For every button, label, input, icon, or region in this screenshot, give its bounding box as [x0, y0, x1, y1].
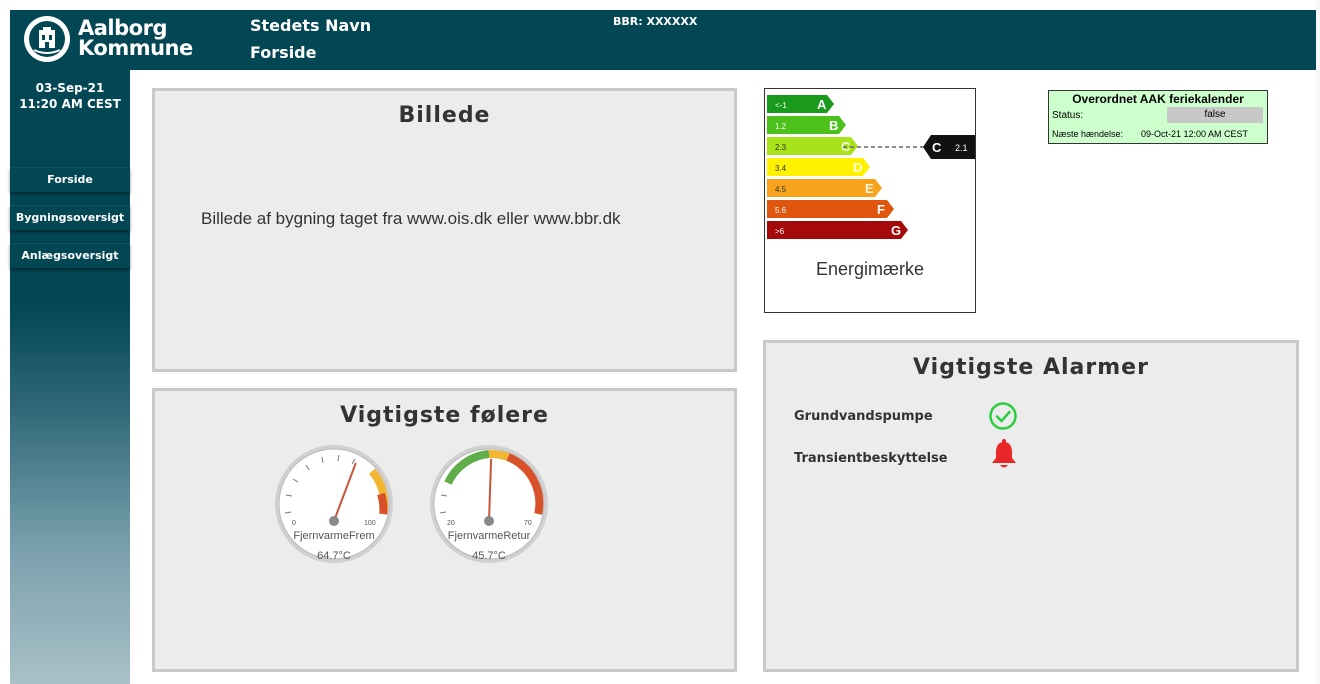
datetime: 03-Sep-21 11:20 AM CEST [10, 80, 130, 112]
app-frame: Aalborg Kommune Stedets Navn Forside BBR… [0, 0, 1316, 684]
energy-range-f: 5.6 [775, 206, 787, 215]
city-seal-icon [24, 16, 70, 62]
gauge2-min-label: 20 [447, 520, 455, 527]
alarm-label-grundvandspumpe: Grundvandspumpe [794, 409, 933, 424]
billede-placeholder-text: Billede af bygning taget fra www.ois.dk … [201, 209, 621, 228]
energy-row-c: 2.3C [767, 137, 858, 155]
alarm-row-transientbeskyttelse[interactable]: Transientbeskyttelse [794, 451, 948, 466]
next-event-value: 09-Oct-21 12:00 AM CEST [1141, 129, 1249, 139]
energy-current-letter: C [932, 140, 942, 155]
sidebar: 03-Sep-21 11:20 AM CEST Forside Bygnings… [10, 70, 130, 684]
energy-range-g: >6 [775, 227, 785, 236]
energy-row-d: 3.4 D [767, 158, 870, 176]
page-title: Forside [250, 43, 317, 62]
alarms-panel: Vigtigste Alarmer Grundvandspumpe Transi… [763, 340, 1299, 672]
gauge-fjernvarmeretur[interactable]: 20 70 FjernvarmeRetur 45.7°C [428, 443, 550, 565]
energy-letter-e: E [865, 181, 874, 196]
gauge-fjernvarmefrem[interactable]: 0 100 FjernvarmeFrem 64.7°C [273, 443, 395, 565]
energy-row-a: <-1 A [767, 95, 834, 113]
energy-letter-a: A [817, 97, 827, 112]
aalborg-logo[interactable]: Aalborg Kommune [24, 16, 194, 62]
alarm-row-grundvandspumpe[interactable]: Grundvandspumpe [794, 409, 933, 424]
energy-range-a: <-1 [775, 101, 787, 110]
next-event-label: Næste hændelse: [1052, 129, 1124, 139]
gauge1-name: FjernvarmeFrem [293, 530, 374, 542]
logo-line2: Kommune [78, 36, 193, 60]
current-time: 11:20 AM CEST [19, 97, 121, 111]
energy-label-panel[interactable]: <-1 A 1.2 B 2.3C 3.4 D 4.5 E 5.6 F >6 G C 2.1 Energi… [764, 88, 976, 313]
energy-range-c: 2.3 [775, 143, 787, 152]
status-value: false [1167, 107, 1263, 123]
billede-title: Billede [398, 103, 491, 128]
energy-row-b: 1.2 B [767, 116, 846, 134]
energy-range-b: 1.2 [775, 122, 787, 131]
alarm-label-transientbeskyttelse: Transientbeskyttelse [794, 451, 948, 466]
gauge2-max-label: 70 [524, 520, 532, 527]
bbr-number: BBR: XXXXXX [613, 15, 698, 28]
energy-scale: <-1 A 1.2 B 2.3C 3.4 D 4.5 E 5.6 F >6 G C 2.1 [767, 95, 975, 239]
sidebar-item-bygningsoversigt[interactable]: Bygningsoversigt [10, 205, 130, 230]
energy-letter-b: B [829, 118, 838, 133]
energy-letter-d: D [853, 160, 862, 175]
sensors-title: Vigtigste følere [340, 403, 549, 428]
energy-range-d: 3.4 [775, 164, 787, 173]
feriekalender-title: Overordnet AAK feriekalender [1072, 92, 1244, 106]
site-name: Stedets Navn [250, 16, 372, 35]
energy-letter-g: G [891, 223, 901, 238]
sensors-panel: Vigtigste følere 0 100 FjernvarmeFrem 64… [152, 388, 737, 672]
status-label: Status: [1052, 110, 1084, 121]
gauge1-min-label: 0 [292, 520, 296, 527]
feriekalender-box[interactable]: Overordnet AAK feriekalender Status: fal… [1048, 90, 1268, 144]
current-date: 03-Sep-21 [35, 81, 105, 95]
energy-row-f: 5.6 F [767, 200, 894, 218]
energy-current-value: 2.1 [955, 143, 968, 153]
energy-caption: Energimærke [815, 259, 925, 279]
bell-icon [992, 439, 1016, 468]
gauge2-value: 45.7°C [472, 550, 506, 562]
gauge1-max-label: 100 [364, 520, 376, 527]
sidebar-item-anlaegsoversigt[interactable]: Anlægsoversigt [10, 243, 130, 268]
alarms-title: Vigtigste Alarmer [913, 355, 1149, 380]
energy-range-e: 4.5 [775, 185, 787, 194]
top-header: Aalborg Kommune Stedets Navn Forside BBR… [10, 10, 1316, 70]
gauge2-name: FjernvarmeRetur [448, 530, 531, 542]
billede-panel: Billede Billede af bygning taget fra www… [152, 88, 737, 372]
energy-row-g: >6 G [767, 221, 908, 239]
check-circle-icon [989, 402, 1017, 430]
logo-line1: Aalborg [78, 16, 167, 40]
energy-letter-f: F [877, 202, 885, 217]
sidebar-item-forside[interactable]: Forside [10, 167, 130, 192]
gauge1-value: 64.7°C [317, 550, 351, 562]
energy-row-e: 4.5 E [767, 179, 882, 197]
